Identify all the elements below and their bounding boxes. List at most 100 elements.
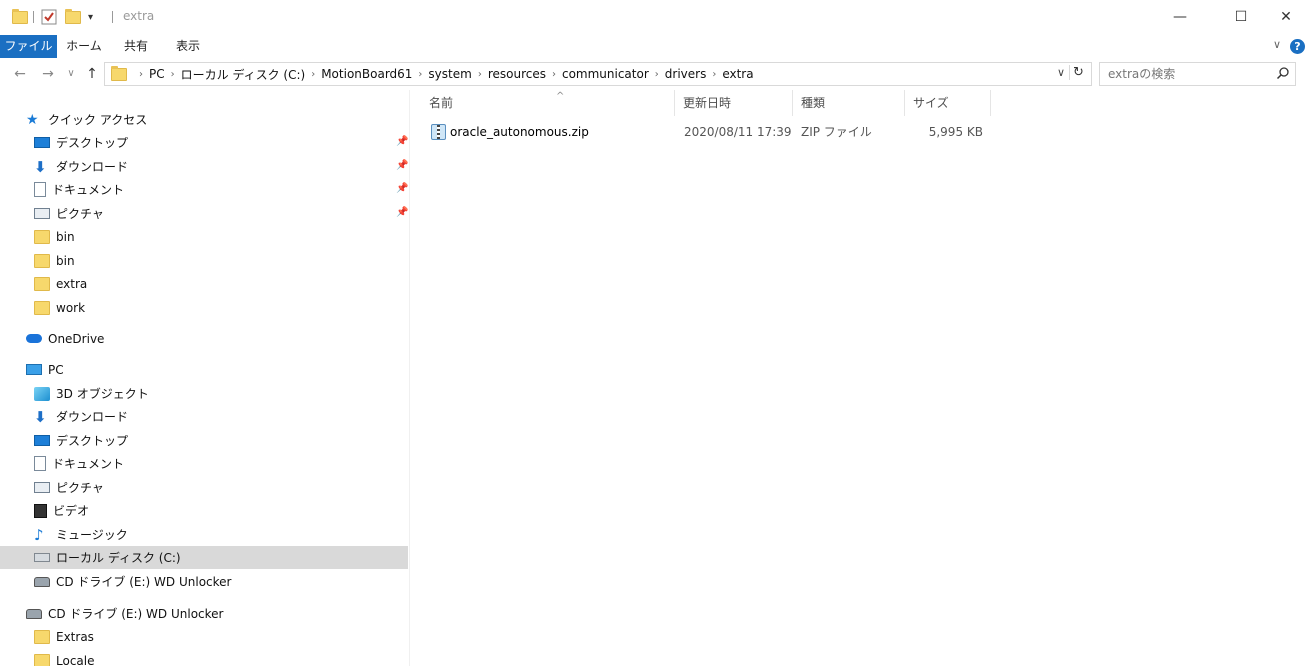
music-icon: ♪ — [34, 525, 44, 544]
breadcrumb-resources[interactable]: resources — [488, 67, 546, 81]
pin-icon[interactable]: 📌 — [396, 183, 408, 194]
chevron-right-icon[interactable]: › — [478, 69, 482, 80]
chevron-right-icon[interactable]: › — [712, 69, 716, 80]
pin-icon[interactable]: 📌 — [396, 207, 408, 218]
nav-label: CD ドライブ (E:) WD Unlocker — [48, 607, 224, 621]
file-row[interactable]: oracle_autonomous.zip 2020/08/11 17:39 Z… — [411, 122, 1001, 142]
breadcrumb-motionboard61[interactable]: MotionBoard61 — [321, 67, 412, 81]
file-name: oracle_autonomous.zip — [450, 125, 589, 139]
pin-icon[interactable]: 📌 — [396, 160, 408, 171]
minimize-button[interactable]: — — [1157, 4, 1203, 30]
back-button[interactable]: ← — [10, 64, 30, 84]
chevron-right-icon[interactable]: › — [552, 69, 556, 80]
nav-qa-work[interactable]: work — [0, 296, 408, 319]
nav-label: ビデオ — [53, 504, 90, 518]
new-folder-icon[interactable] — [65, 8, 81, 26]
search-icon[interactable] — [1276, 66, 1290, 80]
ribbon-tabs: ファイル ホーム 共有 表示 ∨ ? — [0, 35, 1311, 58]
maximize-button[interactable]: ☐ — [1218, 4, 1264, 30]
tab-home[interactable]: ホーム — [62, 35, 106, 58]
desktop-icon — [34, 435, 50, 446]
nav-pc-documents[interactable]: ドキュメント — [0, 452, 408, 475]
nav-label: クイック アクセス — [48, 113, 148, 127]
help-icon[interactable]: ? — [1290, 39, 1305, 54]
breadcrumb-extra[interactable]: extra — [722, 67, 753, 81]
nav-cd-drive-root[interactable]: CD ドライブ (E:) WD Unlocker — [0, 602, 408, 625]
nav-qa-downloads[interactable]: ⬇ ダウンロード 📌 — [0, 155, 408, 178]
cd-drive-icon — [34, 576, 50, 587]
breadcrumb-pc[interactable]: PC — [149, 67, 165, 81]
tab-share[interactable]: 共有 — [114, 35, 158, 58]
ribbon-expand-icon[interactable]: ∨ — [1273, 38, 1281, 51]
column-header-type[interactable]: 種類 — [793, 90, 905, 116]
nav-qa-desktop[interactable]: デスクトップ 📌 — [0, 131, 408, 154]
nav-onedrive[interactable]: OneDrive — [0, 327, 408, 350]
title-separator — [112, 11, 113, 23]
nav-label: ドキュメント — [52, 457, 125, 471]
column-header-date[interactable]: 更新日時 — [675, 90, 793, 116]
pictures-icon — [34, 208, 50, 219]
nav-label: ダウンロード — [56, 160, 129, 174]
chevron-right-icon[interactable]: › — [139, 69, 143, 80]
nav-pc-downloads[interactable]: ⬇ ダウンロード — [0, 405, 408, 428]
chevron-right-icon[interactable]: › — [311, 69, 315, 80]
chevron-right-icon[interactable]: › — [171, 69, 175, 80]
nav-pc-desktop[interactable]: デスクトップ — [0, 429, 408, 452]
nav-label: extra — [56, 276, 88, 291]
nav-cd-extras[interactable]: Extras — [0, 625, 408, 648]
folder-icon — [34, 629, 50, 644]
nav-quick-access[interactable]: ★ クイック アクセス — [0, 108, 408, 131]
address-dropdown-icon[interactable]: ∨ — [1057, 66, 1065, 79]
nav-pc-local-disk[interactable]: ローカル ディスク (C:) — [0, 546, 408, 569]
nav-qa-documents[interactable]: ドキュメント 📌 — [0, 178, 408, 201]
column-header-name[interactable]: 名前 ^ — [421, 90, 675, 116]
column-header-label: 名前 — [429, 96, 454, 110]
breadcrumb-drivers[interactable]: drivers — [665, 67, 707, 81]
chevron-right-icon[interactable]: › — [655, 69, 659, 80]
nav-label: デスクトップ — [56, 136, 129, 150]
recent-locations-button[interactable]: ∨ — [61, 64, 81, 84]
nav-qa-extra[interactable]: extra — [0, 272, 408, 295]
breadcrumb-communicator[interactable]: communicator — [562, 67, 649, 81]
up-button[interactable]: ↑ — [82, 64, 102, 84]
nav-pc-pictures[interactable]: ピクチャ — [0, 476, 408, 499]
refresh-button[interactable]: ↻ — [1069, 65, 1087, 80]
document-icon — [34, 182, 46, 197]
nav-pc-music[interactable]: ♪ ミュージック — [0, 523, 408, 546]
download-icon: ⬇ — [34, 407, 47, 426]
nav-qa-pictures[interactable]: ピクチャ 📌 — [0, 202, 408, 225]
nav-label: ピクチャ — [56, 481, 104, 495]
pictures-icon — [34, 482, 50, 493]
nav-label: ミュージック — [56, 528, 128, 542]
qa-separator — [33, 11, 34, 23]
nav-pc-3d-objects[interactable]: 3D オブジェクト — [0, 382, 408, 405]
breadcrumb-local-disk[interactable]: ローカル ディスク (C:) — [181, 66, 306, 83]
nav-label: ダウンロード — [56, 410, 129, 424]
nav-pc[interactable]: PC — [0, 358, 408, 381]
nav-pc-videos[interactable]: ビデオ — [0, 499, 408, 522]
title-bar: ▾ extra — ☐ ✕ — [0, 0, 1311, 35]
customize-qa-dropdown-icon[interactable]: ▾ — [88, 8, 93, 26]
nav-qa-bin-2[interactable]: bin — [0, 249, 408, 272]
close-button[interactable]: ✕ — [1263, 4, 1309, 30]
breadcrumb-system[interactable]: system — [428, 67, 471, 81]
nav-label: ローカル ディスク (C:) — [56, 551, 181, 565]
forward-button[interactable]: → — [38, 64, 58, 84]
nav-label: work — [56, 300, 86, 315]
nav-pc-cd-drive[interactable]: CD ドライブ (E:) WD Unlocker — [0, 570, 408, 593]
tab-view[interactable]: 表示 — [166, 35, 210, 58]
column-header-size[interactable]: サイズ — [905, 90, 991, 116]
pin-icon[interactable]: 📌 — [396, 136, 408, 147]
nav-cd-locale[interactable]: Locale — [0, 649, 408, 666]
file-date: 2020/08/11 17:39 — [684, 125, 792, 139]
chevron-right-icon[interactable]: › — [418, 69, 422, 80]
sort-ascending-icon: ^ — [556, 91, 565, 102]
pc-icon — [26, 364, 42, 375]
nav-qa-bin-1[interactable]: bin — [0, 225, 408, 248]
address-bar[interactable]: › PC › ローカル ディスク (C:) › MotionBoard61 › … — [104, 62, 1092, 86]
nav-label: Extras — [56, 629, 94, 644]
tab-file[interactable]: ファイル — [0, 35, 57, 58]
properties-icon[interactable] — [41, 8, 57, 26]
search-input[interactable] — [1108, 63, 1268, 85]
onedrive-cloud-icon — [26, 334, 42, 343]
